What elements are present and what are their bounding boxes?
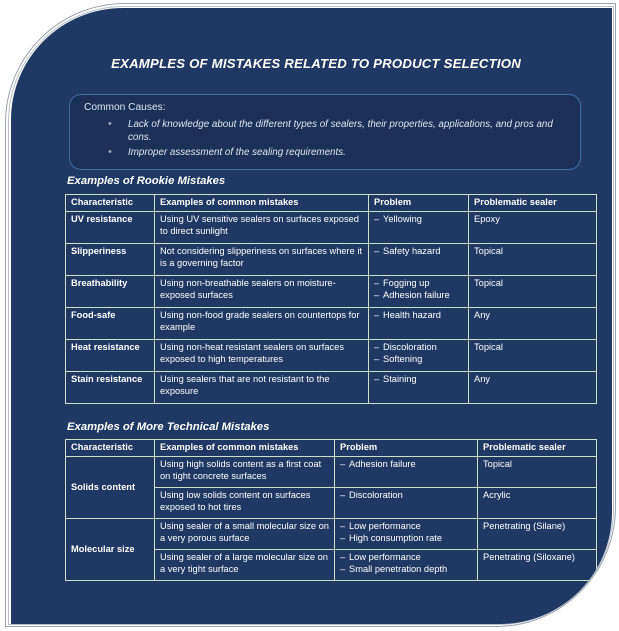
cell-sealer: Any [468, 371, 597, 404]
cell-characteristic: Food-safe [65, 307, 155, 340]
cell-problem: – Health hazard [368, 307, 469, 340]
cell-sealer: Acrylic [477, 487, 597, 519]
list-item: Improper assessment of the sealing requi… [98, 146, 570, 160]
cell-mistake: Using sealer of a large molecular size o… [154, 549, 335, 581]
cell-mistake: Using non-heat resistant sealers on surf… [154, 339, 369, 372]
problem-item: Discoloration [383, 342, 437, 352]
cell-problem: – Staining [368, 371, 469, 404]
cell-sealer: Penetrating (Siloxane) [477, 549, 597, 581]
problem-item: Adhesion failure [349, 459, 416, 469]
table-row: Heat resistance Using non-heat resistant… [65, 339, 597, 372]
table-header-row: Characteristic Examples of common mistak… [65, 439, 597, 457]
problem-item: Discoloration [349, 490, 403, 500]
problem-item: Health hazard [383, 310, 441, 320]
problem-item: Adhesion failure [383, 290, 450, 301]
problem-item: Safety hazard [383, 246, 441, 256]
column-header-sealer: Problematic sealer [468, 194, 597, 212]
problem-item: High consumption rate [349, 533, 443, 544]
section-heading-rookie: Examples of Rookie Mistakes [67, 175, 226, 187]
cell-sealer: Topical [468, 243, 597, 276]
cell-problem: – Adhesion failure [334, 456, 478, 488]
column-header-examples: Examples of common mistakes [154, 439, 335, 457]
cell-problem: – Discoloration – Softening [368, 339, 469, 372]
column-header-characteristic: Characteristic [65, 439, 155, 457]
page-title: EXAMPLES OF MISTAKES RELATED TO PRODUCT … [111, 56, 521, 71]
cell-characteristic: Stain resistance [65, 371, 155, 404]
technical-mistakes-table: Characteristic Examples of common mistak… [65, 439, 597, 581]
cell-problem: – Fogging up – Adhesion failure [368, 275, 469, 308]
common-causes-box: Common Causes: Lack of knowledge about t… [69, 94, 581, 170]
list-item: Lack of knowledge about the different ty… [98, 118, 570, 144]
cell-sealer: Penetrating (Silane) [477, 518, 597, 550]
problem-item: Low performance [349, 552, 421, 562]
cell-mistake: Using low solids content on surfaces exp… [154, 487, 335, 519]
cell-sealer: Epoxy [468, 211, 597, 244]
problem-item: Staining [383, 374, 417, 384]
cell-mistake: Using sealers that are not resistant to … [154, 371, 369, 404]
cell-mistake: Not considering slipperiness on surfaces… [154, 243, 369, 276]
cell-sealer: Topical [477, 456, 597, 488]
slide-root: EXAMPLES OF MISTAKES RELATED TO PRODUCT … [0, 0, 619, 631]
table-row: Stain resistance Using sealers that are … [65, 371, 597, 404]
table-row: Slipperiness Not considering slipperines… [65, 243, 597, 276]
slide-panel: EXAMPLES OF MISTAKES RELATED TO PRODUCT … [11, 8, 612, 624]
rookie-mistakes-table: Characteristic Examples of common mistak… [65, 194, 597, 404]
cell-characteristic: Heat resistance [65, 339, 155, 372]
problem-item: Low performance [349, 521, 421, 531]
table-row: Solids content Using high solids content… [65, 456, 597, 519]
cell-mistake: Using non-breathable sealers on moisture… [154, 275, 369, 308]
cell-sealer: Any [468, 307, 597, 340]
problem-item: Softening [383, 354, 423, 365]
problem-item: Fogging up [383, 278, 430, 288]
cell-characteristic-group: Solids content [65, 456, 155, 519]
cell-problem: – Safety hazard [368, 243, 469, 276]
cell-characteristic: UV resistance [65, 211, 155, 244]
table-row: UV resistance Using UV sensitive sealers… [65, 211, 597, 244]
common-causes-list: Lack of knowledge about the different ty… [98, 118, 570, 163]
cell-sealer: Topical [468, 275, 597, 308]
cell-sealer: Topical [468, 339, 597, 372]
cell-problem: – Low performance – High consumption rate [334, 518, 478, 550]
table-row: Food-safe Using non-food grade sealers o… [65, 307, 597, 340]
table-row: Breathability Using non-breathable seale… [65, 275, 597, 308]
column-header-characteristic: Characteristic [65, 194, 155, 212]
cell-problem: – Low performance – Small penetration dept… [334, 549, 478, 581]
cell-mistake: Using high solids content as a first coa… [154, 456, 335, 488]
table-row: Molecular size Using sealer of a small m… [65, 518, 597, 581]
column-header-examples: Examples of common mistakes [154, 194, 369, 212]
table-header-row: Characteristic Examples of common mistak… [65, 194, 597, 212]
column-header-sealer: Problematic sealer [477, 439, 597, 457]
column-header-problem: Problem [334, 439, 478, 457]
cell-mistake: Using UV sensitive sealers on surfaces e… [154, 211, 369, 244]
common-causes-heading: Common Causes: [84, 102, 166, 113]
cell-mistake: Using non-food grade sealers on countert… [154, 307, 369, 340]
problem-item: Yellowing [383, 214, 422, 224]
cell-mistake: Using sealer of a small molecular size o… [154, 518, 335, 550]
cell-characteristic: Slipperiness [65, 243, 155, 276]
cell-characteristic: Breathability [65, 275, 155, 308]
cell-problem: – Discoloration [334, 487, 478, 519]
cell-characteristic-group: Molecular size [65, 518, 155, 581]
column-header-problem: Problem [368, 194, 469, 212]
problem-item: Small penetration depth [349, 564, 448, 575]
cell-problem: – Yellowing [368, 211, 469, 244]
section-heading-technical: Examples of More Technical Mistakes [67, 421, 270, 433]
